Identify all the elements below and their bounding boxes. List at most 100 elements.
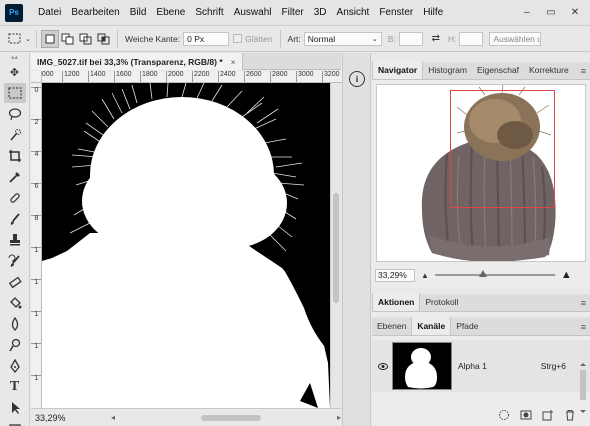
zoom-level[interactable]: 33,29% bbox=[35, 413, 77, 423]
blur-tool-icon[interactable] bbox=[4, 314, 26, 334]
tab-properties[interactable]: Eigenschaf bbox=[472, 61, 524, 79]
ruler-label: 1000 bbox=[42, 71, 54, 82]
add-to-selection-button[interactable] bbox=[59, 30, 77, 48]
width-label: B: bbox=[387, 33, 396, 44]
menu-hilfe[interactable]: Hilfe bbox=[418, 7, 448, 18]
quick-selection-tool-icon[interactable] bbox=[4, 125, 26, 145]
panel-menu-icon[interactable]: ≡ bbox=[581, 322, 586, 332]
clone-stamp-tool-icon[interactable] bbox=[4, 230, 26, 250]
navigator-zoom-row: 33,29% ▲ ▲ bbox=[372, 265, 590, 285]
ruler-label: 6 bbox=[31, 183, 41, 190]
chevron-down-icon: ⌄ bbox=[371, 35, 378, 43]
select-and-mask-button[interactable]: Auswählen u bbox=[489, 31, 542, 46]
style-select-value: Normal bbox=[307, 33, 336, 44]
close-window-button[interactable]: ✕ bbox=[564, 3, 586, 21]
panel-menu-icon[interactable]: ≡ bbox=[581, 66, 586, 76]
eraser-tool-icon[interactable] bbox=[4, 272, 26, 292]
save-selection-as-channel-icon[interactable] bbox=[520, 409, 532, 424]
navigator-view-box[interactable] bbox=[450, 90, 555, 208]
tab-histogram[interactable]: Histogram bbox=[423, 61, 472, 79]
antialias-checkbox[interactable] bbox=[233, 34, 243, 43]
style-label: Art: bbox=[287, 33, 301, 44]
visibility-eye-icon[interactable] bbox=[378, 362, 388, 372]
vertical-scrollbar[interactable] bbox=[330, 83, 341, 408]
status-bar: 33,29% ◂ ▸ bbox=[31, 408, 341, 426]
menu-datei[interactable]: Datei bbox=[33, 7, 66, 18]
tab-navigator[interactable]: Navigator bbox=[372, 61, 424, 79]
intersect-selection-button[interactable] bbox=[95, 30, 113, 48]
document-tab[interactable]: IMG_5027.tif bei 33,3% (Transparenz, RGB… bbox=[31, 53, 243, 70]
move-tool-icon[interactable]: ✥ bbox=[4, 62, 26, 82]
crop-tool-icon[interactable] bbox=[4, 146, 26, 166]
swap-dimensions-icon[interactable]: ⇄ bbox=[427, 30, 445, 48]
new-selection-button[interactable] bbox=[41, 29, 59, 48]
window-controls: – ▭ ✕ bbox=[516, 3, 586, 21]
navigator-panel: Navigator Histogram Eigenschaf Korrektur… bbox=[372, 61, 590, 288]
ruler-label: 2600 bbox=[244, 71, 262, 82]
channel-row[interactable]: Alpha 1 Strg+6 bbox=[372, 340, 590, 413]
tab-history[interactable]: Protokoll bbox=[420, 293, 463, 311]
tab-layers[interactable]: Ebenen bbox=[372, 317, 411, 335]
type-tool-icon[interactable]: T bbox=[4, 377, 26, 397]
tab-actions[interactable]: Aktionen bbox=[372, 293, 421, 311]
width-input[interactable] bbox=[398, 31, 423, 46]
menu-bearbeiten[interactable]: Bearbeiten bbox=[66, 7, 124, 18]
menu-3d[interactable]: 3D bbox=[309, 7, 332, 18]
tools-panel: ▴▴ ✥ T bbox=[0, 53, 30, 426]
zoom-in-icon[interactable]: ▲ bbox=[561, 269, 572, 281]
ruler-label: 2000 bbox=[166, 71, 184, 82]
panel-grip-icon[interactable]: ▴▴ bbox=[0, 53, 29, 61]
pen-tool-icon[interactable] bbox=[4, 356, 26, 376]
rectangle-tool-icon[interactable] bbox=[4, 419, 26, 426]
height-input[interactable] bbox=[459, 31, 484, 46]
lasso-tool-icon[interactable] bbox=[4, 104, 26, 124]
feather-input[interactable]: 0 Px bbox=[183, 31, 230, 46]
info-icon[interactable]: i bbox=[349, 71, 365, 87]
menu-ansicht[interactable]: Ansicht bbox=[332, 7, 375, 18]
subtract-from-selection-button[interactable] bbox=[77, 30, 95, 48]
minimize-button[interactable]: – bbox=[516, 3, 538, 21]
document-canvas[interactable] bbox=[42, 83, 330, 408]
tab-paths[interactable]: Pfade bbox=[451, 317, 483, 335]
brush-tool-icon[interactable] bbox=[4, 209, 26, 229]
style-select[interactable]: Normal ⌄ bbox=[303, 31, 382, 46]
zoom-out-icon[interactable]: ▲ bbox=[421, 271, 429, 280]
tab-adjustments[interactable]: Korrekture bbox=[524, 61, 574, 79]
marquee-tool-icon[interactable] bbox=[3, 83, 26, 103]
menu-ebene[interactable]: Ebene bbox=[151, 7, 190, 18]
menu-auswahl[interactable]: Auswahl bbox=[229, 7, 277, 18]
maximize-button[interactable]: ▭ bbox=[540, 3, 562, 21]
document-tab-bar: IMG_5027.tif bei 33,3% (Transparenz, RGB… bbox=[31, 53, 341, 70]
menu-fenster[interactable]: Fenster bbox=[374, 7, 418, 18]
scroll-left-icon[interactable]: ◂ bbox=[111, 413, 115, 422]
chevron-down-icon[interactable]: ⌄ bbox=[24, 30, 32, 48]
slider-knob[interactable] bbox=[478, 270, 487, 277]
panel-menu-icon[interactable]: ≡ bbox=[581, 298, 586, 308]
navigator-zoom-slider[interactable] bbox=[434, 270, 555, 277]
marquee-preset-icon[interactable] bbox=[6, 30, 24, 48]
scroll-right-icon[interactable]: ▸ bbox=[337, 413, 341, 422]
menu-schrift[interactable]: Schrift bbox=[190, 7, 228, 18]
new-channel-icon[interactable] bbox=[542, 409, 554, 424]
tab-channels[interactable]: Kanäle bbox=[411, 317, 452, 335]
navigator-tab-row: Navigator Histogram Eigenschaf Korrektur… bbox=[372, 61, 590, 80]
trash-icon[interactable] bbox=[564, 409, 576, 424]
scrollbar-thumb[interactable] bbox=[201, 415, 261, 421]
scrollbar-thumb[interactable] bbox=[333, 193, 339, 303]
navigator-zoom-input[interactable]: 33,29% bbox=[375, 268, 415, 282]
eyedropper-tool-icon[interactable] bbox=[4, 167, 26, 187]
close-tab-icon[interactable]: × bbox=[231, 57, 236, 67]
paint-bucket-tool-icon[interactable] bbox=[4, 293, 26, 313]
menu-bild[interactable]: Bild bbox=[125, 7, 152, 18]
channel-name: Alpha 1 bbox=[458, 361, 487, 371]
menu-filter[interactable]: Filter bbox=[277, 7, 309, 18]
history-brush-tool-icon[interactable] bbox=[4, 251, 26, 271]
load-channel-as-selection-icon[interactable] bbox=[498, 409, 510, 424]
dodge-tool-icon[interactable] bbox=[4, 335, 26, 355]
document-tab-title: IMG_5027.tif bei 33,3% (Transparenz, RGB… bbox=[37, 56, 223, 67]
healing-brush-tool-icon[interactable] bbox=[4, 188, 26, 208]
path-selection-tool-icon[interactable] bbox=[4, 398, 26, 418]
navigator-preview[interactable] bbox=[376, 84, 586, 262]
channels-footer bbox=[372, 406, 590, 426]
horizontal-scrollbar[interactable]: ◂ ▸ bbox=[111, 413, 341, 423]
